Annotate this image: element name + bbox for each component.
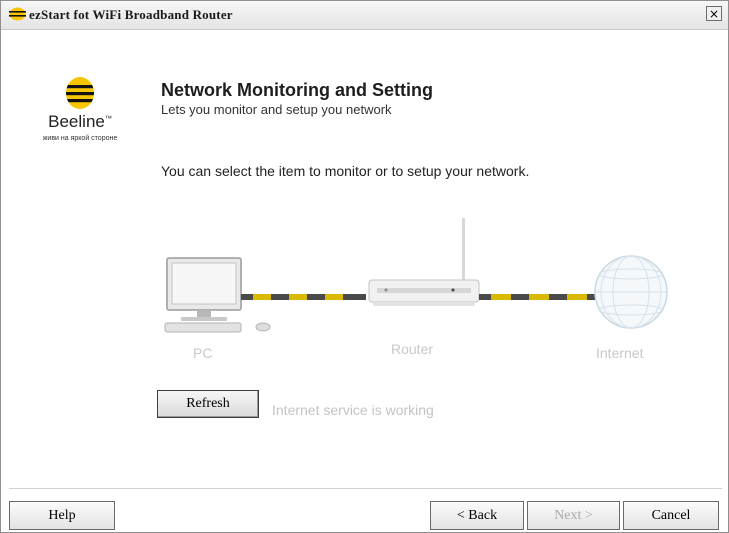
next-button[interactable]: Next > (527, 501, 620, 530)
page-subtitle: Lets you monitor and setup you network (161, 102, 392, 117)
instruction-text: You can select the item to monitor or to… (161, 163, 530, 179)
title-bar[interactable]: ezStart fot WiFi Broadband Router × (1, 1, 728, 30)
brand-name: Beeline™ (48, 112, 112, 131)
window-title: ezStart fot WiFi Broadband Router (29, 7, 233, 22)
beeline-logo: Beeline™ живи на яркой стороне (35, 76, 125, 156)
beeline-striped-ball-icon (66, 77, 94, 109)
cable-pc-router (241, 294, 366, 300)
network-diagram: PC Router Internet (141, 206, 685, 371)
internet-status-text: Internet service is working (272, 402, 434, 418)
back-button[interactable]: < Back (430, 501, 524, 530)
internet-label: Internet (596, 345, 644, 361)
page-title: Network Monitoring and Setting (161, 80, 433, 100)
cancel-button[interactable]: Cancel (623, 501, 719, 530)
brand-tagline: живи на яркой стороне (42, 135, 118, 142)
help-button[interactable]: Help (9, 501, 115, 530)
pc-label: PC (193, 345, 213, 361)
close-button[interactable]: × (706, 6, 722, 21)
refresh-button[interactable]: Refresh (157, 390, 259, 418)
wizard-window: ezStart fot WiFi Broadband Router × Beel… (0, 0, 729, 533)
cable-router-internet (479, 294, 599, 300)
router-icon[interactable] (368, 218, 480, 306)
close-icon: × (708, 7, 720, 21)
router-label: Router (391, 341, 434, 357)
beeline-app-icon (9, 7, 26, 21)
internet-globe-icon[interactable] (594, 255, 668, 329)
footer-divider (9, 488, 722, 489)
